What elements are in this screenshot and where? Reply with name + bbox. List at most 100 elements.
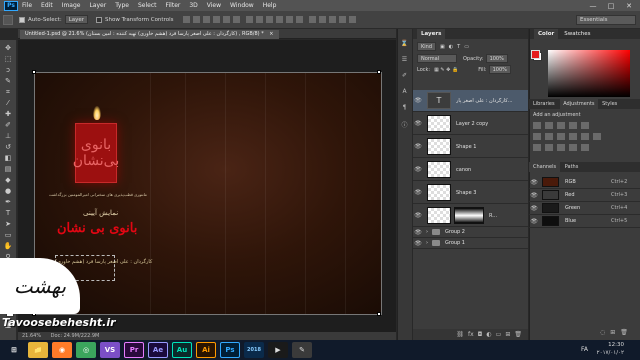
lock-icons[interactable]: ▦ ✎ ✥ 🔒 (434, 67, 458, 73)
taskbar-chrome[interactable]: ◎ (76, 342, 96, 358)
load-selection-icon[interactable]: ◌ (600, 329, 605, 336)
show-transform-checkbox[interactable] (96, 16, 103, 23)
tab-layers[interactable]: Layers (417, 29, 446, 39)
tab-libraries[interactable]: Libraries (529, 101, 559, 107)
curves-icon[interactable] (557, 122, 565, 129)
layer-name[interactable]: Layer 2 copy (456, 121, 488, 127)
group-name[interactable]: Group 2 (445, 229, 465, 235)
layer-row[interactable]: 👁 T کارگردان : علی اصغر پار... (413, 90, 528, 112)
move-tool-preset-icon[interactable] (3, 14, 13, 25)
layer-row[interactable]: 👁 canon (413, 159, 528, 181)
black-white-icon[interactable] (557, 133, 565, 140)
layer-filter-dropdown[interactable]: Kind (417, 42, 437, 51)
taskbar-audition[interactable]: Au (172, 342, 192, 358)
filter-shape-icon[interactable]: ▭ (464, 44, 469, 50)
blur-tool-icon[interactable]: ◆ (3, 176, 13, 184)
gradient-map-icon[interactable] (569, 144, 577, 151)
document-canvas[interactable]: بانوی بی‌نشان مانتوری قطب‌پذیری های سخنر… (34, 72, 382, 315)
quick-select-tool-icon[interactable]: ✎ (3, 77, 13, 85)
align-middle-icon[interactable] (193, 16, 201, 23)
layer-name[interactable]: R... (489, 213, 497, 219)
layer-name[interactable]: canon (456, 167, 471, 173)
new-layer-icon[interactable]: ⊞ (505, 331, 510, 338)
taskbar-paint[interactable]: ✎ (292, 342, 312, 358)
pen-tool-icon[interactable]: ✒ (3, 198, 13, 206)
visibility-eye-icon[interactable]: 👁 (413, 212, 423, 219)
filter-pixel-icon[interactable]: ▣ (440, 44, 445, 50)
move-tool-icon[interactable]: ✥ (3, 44, 13, 52)
layer-name[interactable]: Shape 1 (456, 144, 476, 150)
taskbar-after-effects[interactable]: Ae (148, 342, 168, 358)
type-tool-icon[interactable]: T (3, 209, 13, 217)
taskbar-visual-studio[interactable]: VS (100, 342, 120, 358)
transform-handle-br[interactable] (377, 312, 381, 316)
menu-select[interactable]: Select (138, 2, 157, 9)
group-row[interactable]: 👁 › Group 2 (413, 227, 528, 238)
posterize-icon[interactable] (545, 144, 553, 151)
distribute-top-icon[interactable] (246, 16, 254, 23)
menu-help[interactable]: Help (263, 2, 277, 9)
3d-rotate-icon[interactable] (309, 16, 317, 23)
filter-type-icon[interactable]: T (457, 44, 460, 50)
channel-row[interactable]: 👁 Green Ctrl+4 (529, 202, 640, 215)
color-spectrum[interactable] (548, 50, 630, 97)
group-name[interactable]: Group 1 (445, 240, 465, 246)
3d-scale-icon[interactable] (349, 16, 357, 23)
taskbar-firefox[interactable]: ◉ (52, 342, 72, 358)
taskbar-illustrator[interactable]: Ai (196, 342, 216, 358)
3d-roll-icon[interactable] (319, 16, 327, 23)
blend-mode-dropdown[interactable]: Normal (417, 54, 457, 63)
history-brush-tool-icon[interactable]: ↺ (3, 143, 13, 151)
eraser-tool-icon[interactable]: ◧ (3, 154, 13, 162)
levels-icon[interactable] (545, 122, 553, 129)
properties-panel-icon[interactable]: ☰ (400, 56, 409, 65)
visibility-eye-icon[interactable]: 👁 (413, 97, 423, 104)
exposure-icon[interactable] (569, 122, 577, 129)
layer-row[interactable]: 👁 Layer 2 copy (413, 113, 528, 135)
language-indicator[interactable]: FA (581, 346, 588, 353)
photo-filter-icon[interactable] (569, 133, 577, 140)
align-bottom-icon[interactable] (203, 16, 211, 23)
taskbar-app-2018[interactable]: 2018 (244, 342, 264, 358)
auto-select-checkbox[interactable] (19, 16, 25, 23)
group-row[interactable]: 👁 › Group 1 (413, 238, 528, 249)
layer-mask-thumbnail[interactable] (454, 207, 484, 224)
tab-swatches[interactable]: Swatches (564, 31, 590, 37)
distribute-middle-icon[interactable] (256, 16, 264, 23)
gradient-tool-icon[interactable]: ▤ (3, 165, 13, 173)
channel-row[interactable]: 👁 Blue Ctrl+5 (529, 215, 640, 228)
visibility-eye-icon[interactable]: 👁 (529, 218, 539, 225)
info-panel-icon[interactable]: ⓘ (400, 120, 409, 129)
layer-name[interactable]: Shape 3 (456, 190, 476, 196)
visibility-eye-icon[interactable]: 👁 (413, 166, 423, 173)
trash-icon[interactable]: 🗑 (620, 329, 628, 336)
3d-slide-icon[interactable] (339, 16, 347, 23)
distribute-center-icon[interactable] (286, 16, 294, 23)
visibility-eye-icon[interactable]: 👁 (413, 143, 423, 150)
color-lookup-icon[interactable] (593, 133, 601, 140)
brush-panel-icon[interactable]: ✐ (400, 72, 409, 81)
visibility-eye-icon[interactable]: 👁 (529, 192, 539, 199)
tab-styles[interactable]: Styles (599, 101, 620, 107)
menu-image[interactable]: Image (62, 2, 81, 9)
paragraph-panel-icon[interactable]: ¶ (400, 104, 409, 113)
align-center-icon[interactable] (223, 16, 231, 23)
link-icon[interactable]: ⛓ (456, 331, 464, 338)
folder-icon[interactable]: ▭ (496, 331, 502, 338)
document-tab[interactable]: Untitled-1.psd @ 21.6% (کارگردان : علی ا… (20, 30, 279, 39)
layer-row[interactable]: 👁 R... (413, 205, 528, 227)
taskbar-photoshop[interactable]: Ps (220, 342, 240, 358)
marquee-tool-icon[interactable]: ⬚ (3, 55, 13, 63)
minimize-button[interactable]: — (584, 0, 602, 11)
document-close-icon[interactable]: × (269, 31, 273, 37)
healing-brush-tool-icon[interactable]: ✚ (3, 110, 13, 118)
menu-view[interactable]: View (207, 2, 221, 9)
selective-color-icon[interactable] (581, 144, 589, 151)
menu-edit[interactable]: Edit (41, 2, 53, 9)
menu-layer[interactable]: Layer (89, 2, 106, 9)
filter-adjust-icon[interactable]: ◐ (449, 44, 453, 50)
channel-mixer-icon[interactable] (581, 133, 589, 140)
menu-type[interactable]: Type (115, 2, 129, 9)
visibility-eye-icon[interactable]: 👁 (413, 120, 423, 127)
fill-field[interactable]: 100% (488, 65, 511, 74)
